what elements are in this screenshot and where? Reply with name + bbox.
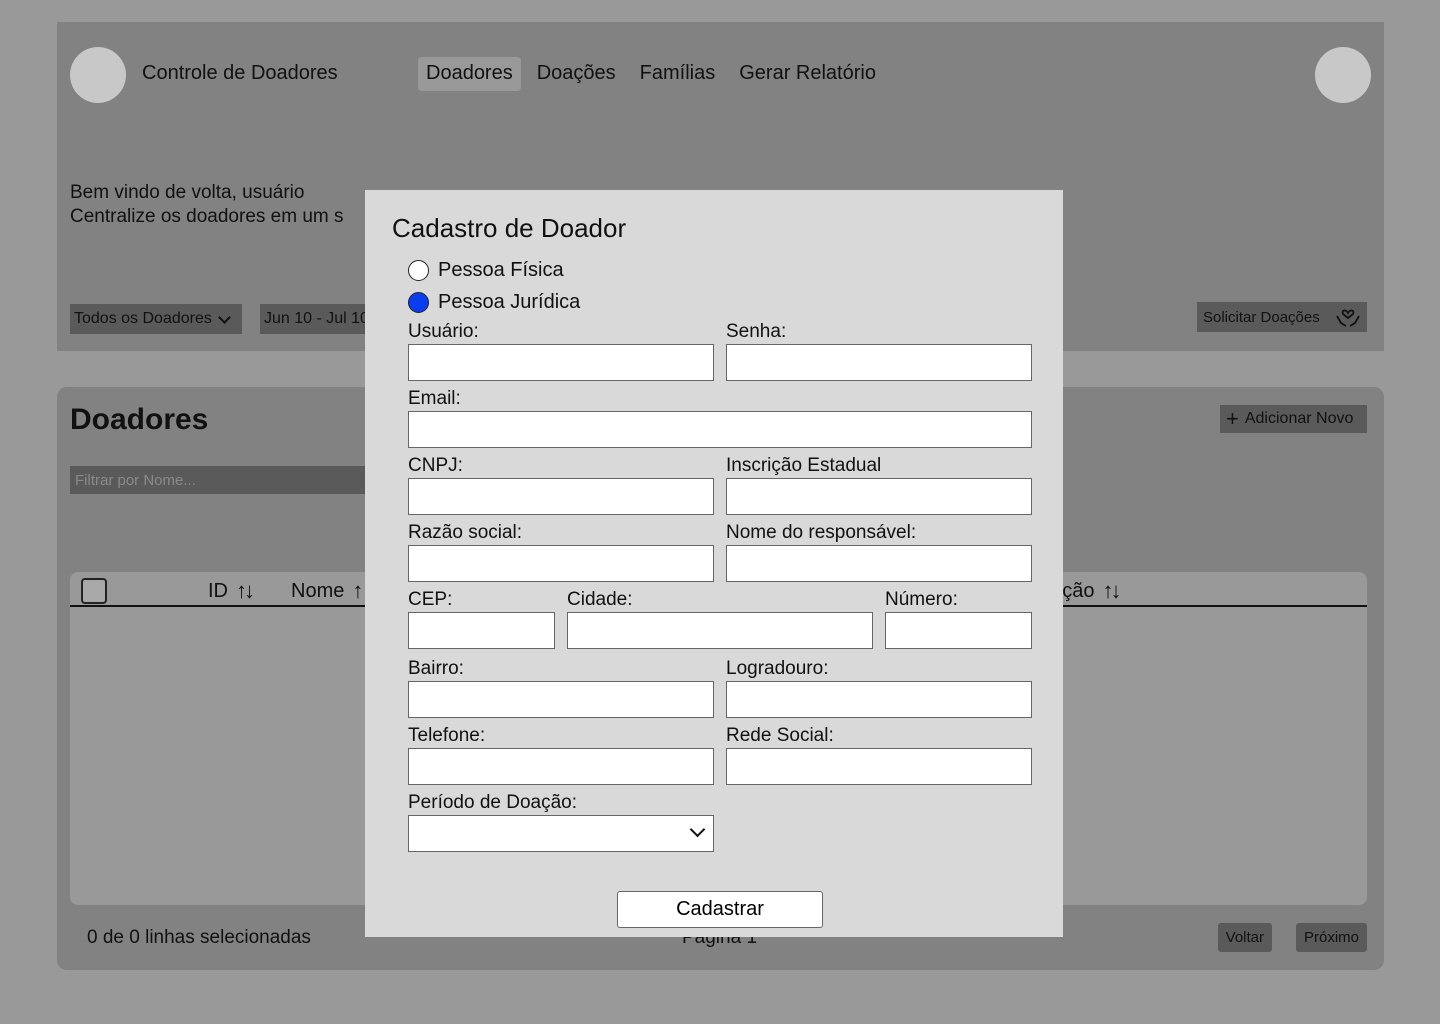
nav-gerar-relatorio[interactable]: Gerar Relatório — [731, 57, 884, 91]
column-nome-label: Nome — [291, 579, 345, 602]
column-id[interactable]: ID ↑↓ — [208, 578, 255, 604]
usuario-label: Usuário: — [408, 321, 479, 342]
rede-social-label: Rede Social: — [726, 725, 834, 746]
cep-field: CEP: — [408, 589, 555, 649]
responsavel-label: Nome do responsável: — [726, 522, 917, 543]
cnpj-field: CNPJ: — [408, 455, 714, 515]
numero-label: Número: — [885, 589, 958, 610]
email-input[interactable] — [408, 411, 1032, 448]
cnpj-label: CNPJ: — [408, 455, 463, 476]
add-new-button[interactable]: + Adicionar Novo — [1220, 405, 1367, 433]
welcome-line: Bem vindo de volta, usuário — [70, 182, 305, 203]
filter-by-name-input[interactable] — [70, 466, 370, 494]
sort-icon: ↑ — [352, 578, 363, 603]
email-field: Email: — [408, 388, 1032, 448]
plus-icon: + — [1226, 406, 1239, 431]
numero-input[interactable] — [885, 612, 1032, 649]
donor-filter-select[interactable]: Todos os Doadores — [70, 304, 242, 334]
cidade-label: Cidade: — [567, 589, 633, 610]
telefone-field: Telefone: — [408, 725, 714, 785]
inscricao-estadual-field: Inscrição Estadual — [726, 455, 1032, 515]
responsavel-field: Nome do responsável: — [726, 522, 1032, 582]
senha-input[interactable] — [726, 344, 1032, 381]
telefone-input[interactable] — [408, 748, 714, 785]
donor-filter-label: Todos os Doadores — [74, 310, 212, 327]
app-title: Controle de Doadores — [142, 62, 338, 84]
radio-checked-icon[interactable] — [408, 292, 429, 313]
usuario-field: Usuário: — [408, 321, 714, 381]
logradouro-label: Logradouro: — [726, 658, 829, 679]
hands-heart-icon — [1336, 309, 1360, 327]
page-title: Doadores — [70, 403, 209, 436]
bairro-field: Bairro: — [408, 658, 714, 718]
nav-doadores[interactable]: Doadores — [418, 57, 521, 91]
cep-label: CEP: — [408, 589, 453, 610]
avatar[interactable] — [1315, 47, 1371, 103]
radio-pessoa-juridica-label: Pessoa Jurídica — [438, 291, 581, 313]
radio-pessoa-fisica[interactable]: Pessoa Física — [408, 259, 564, 282]
periodo-doacao-select[interactable] — [408, 815, 714, 852]
periodo-doacao-field: Período de Doação: — [408, 792, 714, 852]
cidade-field: Cidade: — [567, 589, 873, 649]
nav-familias[interactable]: Famílias — [632, 57, 724, 91]
rede-social-field: Rede Social: — [726, 725, 1032, 785]
telefone-label: Telefone: — [408, 725, 486, 746]
senha-label: Senha: — [726, 321, 787, 342]
razao-social-field: Razão social: — [408, 522, 714, 582]
cadastrar-button[interactable]: Cadastrar — [617, 891, 823, 928]
logradouro-input[interactable] — [726, 681, 1032, 718]
date-range-label: Jun 10 - Jul 10 — [264, 310, 369, 327]
sort-icon: ↑↓ — [1102, 578, 1122, 603]
chevron-down-icon — [217, 310, 231, 324]
cnpj-input[interactable] — [408, 478, 714, 515]
select-all-checkbox[interactable] — [81, 578, 107, 604]
responsavel-input[interactable] — [726, 545, 1032, 582]
donor-registration-modal: Cadastro de Doador Pessoa Física Pessoa … — [365, 190, 1063, 937]
periodo-doacao-label: Período de Doação: — [408, 792, 578, 813]
radio-unchecked-icon[interactable] — [408, 260, 429, 281]
chevron-down-icon — [689, 821, 706, 838]
bairro-label: Bairro: — [408, 658, 464, 679]
rede-social-input[interactable] — [726, 748, 1032, 785]
numero-field: Número: — [885, 589, 1032, 649]
welcome-subline: Centralize os doadores em um s — [70, 206, 344, 227]
email-label: Email: — [408, 388, 461, 409]
request-donations-button[interactable]: Solicitar Doações — [1197, 302, 1367, 332]
sort-icon: ↑↓ — [236, 578, 255, 603]
next-button[interactable]: Próximo — [1295, 923, 1367, 952]
razao-social-input[interactable] — [408, 545, 714, 582]
usuario-input[interactable] — [408, 344, 714, 381]
radio-pessoa-juridica[interactable]: Pessoa Jurídica — [408, 291, 580, 314]
logo-icon — [70, 47, 126, 103]
add-new-label: Adicionar Novo — [1244, 410, 1354, 427]
nav-doacoes[interactable]: Doações — [529, 57, 624, 91]
column-id-label: ID — [208, 579, 228, 602]
request-donations-label: Solicitar Doações — [1203, 308, 1320, 326]
radio-pessoa-fisica-label: Pessoa Física — [438, 259, 564, 281]
modal-title: Cadastro de Doador — [392, 213, 627, 243]
welcome-text: Bem vindo de volta, usuário Centralize o… — [70, 181, 344, 229]
column-nome[interactable]: Nome ↑ — [291, 578, 363, 604]
razao-social-label: Razão social: — [408, 522, 523, 543]
senha-field: Senha: — [726, 321, 1032, 381]
selected-rows-count: 0 de 0 linhas selecionadas — [87, 927, 311, 948]
cidade-input[interactable] — [567, 612, 873, 649]
date-range-picker[interactable]: Jun 10 - Jul 10 — [260, 304, 380, 334]
main-nav: Doadores Doações Famílias Gerar Relatóri… — [418, 57, 884, 91]
cep-input[interactable] — [408, 612, 555, 649]
bairro-input[interactable] — [408, 681, 714, 718]
inscricao-estadual-label: Inscrição Estadual — [726, 455, 882, 476]
back-button[interactable]: Voltar — [1217, 923, 1272, 952]
logradouro-field: Logradouro: — [726, 658, 1032, 718]
inscricao-estadual-input[interactable] — [726, 478, 1032, 515]
